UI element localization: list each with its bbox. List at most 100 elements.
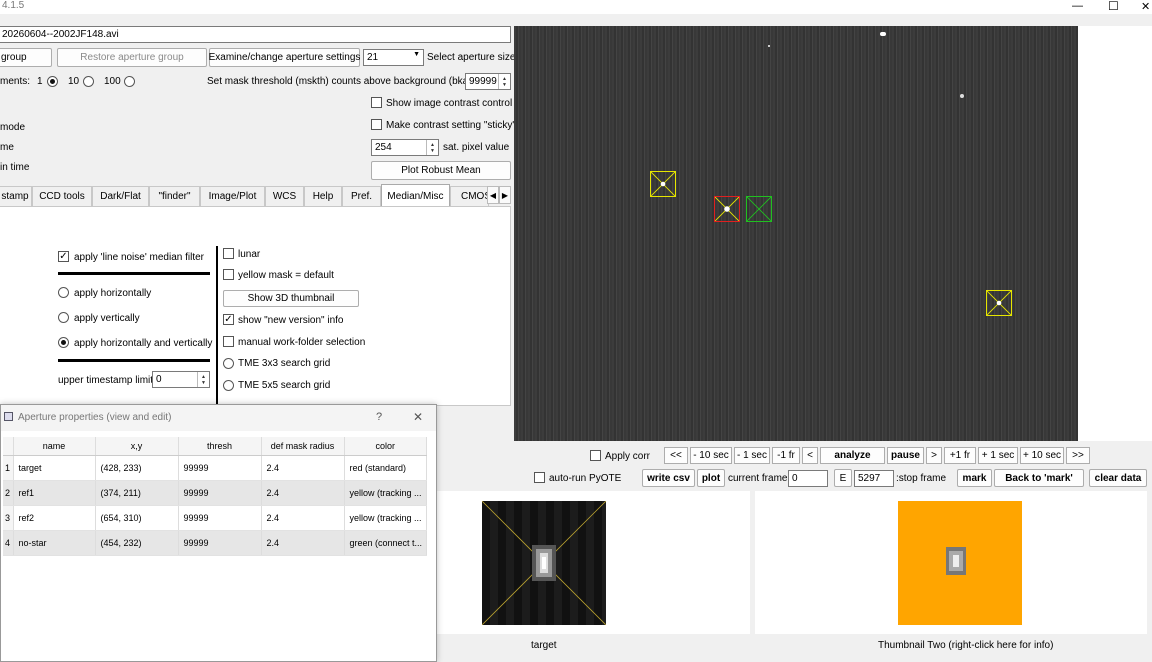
plot-robust-mean-button[interactable]: Plot Robust Mean — [371, 161, 511, 180]
ref1-aperture-box[interactable] — [650, 171, 676, 197]
sat-pixel-spinbox[interactable]: 254 ▲ ▼ — [371, 139, 439, 156]
column-header-name[interactable]: name — [13, 437, 96, 456]
clear-data-button[interactable]: clear data — [1089, 469, 1147, 487]
tme5-radio[interactable] — [223, 380, 234, 391]
write-csv-button[interactable]: write csv — [642, 469, 695, 487]
tme3-radio[interactable] — [223, 358, 234, 369]
cell-color[interactable]: yellow (tracking ... — [344, 505, 427, 531]
maximize-icon[interactable]: ☐ — [1108, 0, 1119, 13]
tab-pref[interactable]: Pref. — [342, 186, 381, 206]
radio-1[interactable] — [47, 76, 58, 87]
cell-name[interactable]: target — [13, 455, 96, 481]
restore-aperture-group-button[interactable]: Restore aperture group — [57, 48, 207, 67]
no-star-aperture-box[interactable] — [746, 196, 772, 222]
auto-run-pyote-checkbox[interactable] — [534, 472, 545, 483]
cell-xy[interactable]: (454, 232) — [95, 530, 179, 556]
aperture-size-select[interactable]: 21 ▼ — [363, 49, 424, 66]
back-10-sec-button[interactable]: - 10 sec — [690, 447, 732, 464]
spinner-icon[interactable]: ▲ ▼ — [197, 372, 209, 387]
table-row[interactable]: 4 no-star (454, 232) 99999 2.4 green (co… — [3, 530, 427, 556]
cell-thresh[interactable]: 99999 — [178, 530, 262, 556]
table-row[interactable]: 3 ref2 (654, 310) 99999 2.4 yellow (trac… — [3, 505, 427, 531]
tab-ccd-tools[interactable]: CCD tools — [32, 186, 92, 206]
cell-color[interactable]: yellow (tracking ... — [344, 480, 427, 506]
forward-1-sec-button[interactable]: + 1 sec — [978, 447, 1018, 464]
back-1-sec-button[interactable]: - 1 sec — [734, 447, 770, 464]
star-field-image[interactable] — [514, 26, 1078, 441]
file-path-field[interactable]: 20260604--2002JF148.avi — [0, 26, 511, 43]
set-aperture-group-button[interactable]: group — [0, 48, 52, 67]
close-dialog-icon[interactable]: ✕ — [413, 410, 423, 424]
cell-thresh[interactable]: 99999 — [178, 455, 262, 481]
apply-vertically-radio[interactable] — [58, 312, 69, 323]
tab-scroll-right-icon[interactable]: ▶ — [499, 186, 511, 204]
aperture-table[interactable]: name x,y thresh def mask radius color 1 … — [3, 437, 427, 556]
column-header-xy[interactable]: x,y — [95, 437, 179, 456]
forward-1-frame-button[interactable]: +1 fr — [944, 447, 976, 464]
cell-xy[interactable]: (374, 211) — [95, 480, 179, 506]
thumbnail-two-image[interactable] — [898, 501, 1022, 625]
line-noise-filter-checkbox[interactable]: ✓ — [58, 251, 69, 262]
e-button[interactable]: E — [834, 469, 852, 487]
ref2-aperture-box[interactable] — [986, 290, 1012, 316]
cell-name[interactable]: no-star — [13, 530, 96, 556]
tab-finder[interactable]: "finder" — [149, 186, 200, 206]
radio-10[interactable] — [83, 76, 94, 87]
new-version-checkbox[interactable]: ✓ — [223, 314, 234, 325]
cell-radius[interactable]: 2.4 — [261, 455, 345, 481]
tab-help[interactable]: Help — [304, 186, 342, 206]
contrast-control-checkbox[interactable] — [371, 97, 382, 108]
tab-wcs[interactable]: WCS — [265, 186, 304, 206]
show-3d-thumbnail-button[interactable]: Show 3D thumbnail — [223, 290, 359, 307]
tab-median-misc[interactable]: Median/Misc — [381, 184, 450, 207]
analyze-button[interactable]: analyze — [820, 447, 885, 464]
last-frame-button[interactable]: >> — [1066, 447, 1090, 464]
column-header-color[interactable]: color — [344, 437, 427, 456]
spinner-icon[interactable]: ▲ ▼ — [426, 140, 438, 155]
step-back-button[interactable]: < — [802, 447, 818, 464]
step-forward-button[interactable]: > — [926, 447, 942, 464]
cell-thresh[interactable]: 99999 — [178, 505, 262, 531]
apply-corr-checkbox[interactable] — [590, 450, 601, 461]
column-header-thresh[interactable]: thresh — [178, 437, 262, 456]
examine-aperture-settings-button[interactable]: Examine/change aperture settings — [209, 48, 360, 67]
thumbnail-one-image[interactable] — [482, 501, 606, 625]
first-frame-button[interactable]: << — [664, 447, 688, 464]
apply-both-radio[interactable] — [58, 337, 69, 348]
cell-radius[interactable]: 2.4 — [261, 505, 345, 531]
mask-threshold-spinbox[interactable]: 99999 ▲ ▼ — [465, 73, 511, 90]
yellow-mask-checkbox[interactable] — [223, 269, 234, 280]
minimize-icon[interactable]: — — [1072, 0, 1083, 12]
forward-10-sec-button[interactable]: + 10 sec — [1020, 447, 1064, 464]
cell-color[interactable]: red (standard) — [344, 455, 427, 481]
apply-horizontally-radio[interactable] — [58, 287, 69, 298]
contrast-sticky-checkbox[interactable] — [371, 119, 382, 130]
cell-name[interactable]: ref1 — [13, 480, 96, 506]
stop-frame-field[interactable]: 5297 — [854, 470, 894, 487]
column-header-radius[interactable]: def mask radius — [261, 437, 345, 456]
cell-radius[interactable]: 2.4 — [261, 530, 345, 556]
help-icon[interactable]: ? — [376, 411, 382, 423]
tab-cmos[interactable]: CMOS — [450, 186, 489, 206]
cell-name[interactable]: ref2 — [13, 505, 96, 531]
pause-button[interactable]: pause — [887, 447, 924, 464]
lunar-checkbox[interactable] — [223, 248, 234, 259]
upper-timestamp-spinbox[interactable]: 0 ▲ ▼ — [152, 371, 210, 388]
table-row[interactable]: 1 target (428, 233) 99999 2.4 red (stand… — [3, 455, 427, 481]
cell-xy[interactable]: (654, 310) — [95, 505, 179, 531]
plot-button[interactable]: plot — [697, 469, 725, 487]
radio-100[interactable] — [124, 76, 135, 87]
spinner-icon[interactable]: ▲ ▼ — [498, 74, 510, 89]
target-aperture-box[interactable] — [714, 196, 740, 222]
back-1-frame-button[interactable]: -1 fr — [772, 447, 800, 464]
tab-scroll-left[interactable]: ◀ — [487, 186, 499, 204]
table-row[interactable]: 2 ref1 (374, 211) 99999 2.4 yellow (trac… — [3, 480, 427, 506]
cell-radius[interactable]: 2.4 — [261, 480, 345, 506]
cell-color[interactable]: green (connect t... — [344, 530, 427, 556]
close-window-icon[interactable]: ✕ — [1141, 0, 1150, 13]
back-to-mark-button[interactable]: Back to 'mark' — [994, 469, 1084, 487]
current-frame-field[interactable]: 0 — [788, 470, 828, 487]
manual-work-folder-checkbox[interactable] — [223, 336, 234, 347]
tab-stamp[interactable]: stamp — [0, 186, 32, 206]
mark-button[interactable]: mark — [957, 469, 992, 487]
